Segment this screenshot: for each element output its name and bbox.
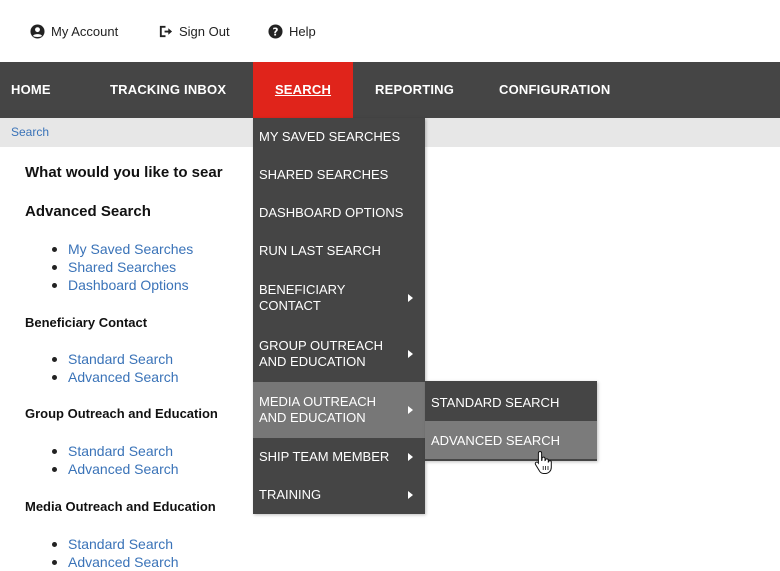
- menu-item-label: TRAINING: [259, 487, 322, 502]
- media-advanced-search-link[interactable]: Advanced Search: [52, 553, 179, 571]
- menu-item-label: BENEFICIARY CONTACT: [259, 282, 345, 314]
- my-saved-searches-link[interactable]: My Saved Searches: [52, 240, 193, 258]
- menu-item-dashboard-options[interactable]: DASHBOARD OPTIONS: [253, 194, 425, 232]
- sign-out-icon: [158, 24, 173, 39]
- nav-search[interactable]: SEARCH: [253, 62, 353, 118]
- chevron-right-icon: [408, 491, 413, 499]
- menu-item-label: MEDIA OUTREACH AND EDUCATION: [259, 394, 376, 426]
- chevron-right-icon: [408, 453, 413, 461]
- media-outreach-links: Standard Search Advanced Search: [52, 535, 179, 571]
- menu-item-label: GROUP OUTREACH AND EDUCATION: [259, 338, 383, 370]
- menu-item-label-line2: AND EDUCATION: [259, 354, 366, 369]
- help-link[interactable]: ? Help: [268, 24, 316, 39]
- group-advanced-search-link[interactable]: Advanced Search: [52, 460, 179, 478]
- my-account-label: My Account: [51, 24, 119, 39]
- search-dropdown-menu: MY SAVED SEARCHES SHARED SEARCHES DASHBO…: [253, 118, 425, 514]
- menu-item-shared-searches[interactable]: SHARED SEARCHES: [253, 156, 425, 194]
- advanced-search-links: My Saved Searches Shared Searches Dashbo…: [52, 240, 193, 294]
- beneficiary-advanced-search-link[interactable]: Advanced Search: [52, 368, 179, 386]
- page-question-heading: What would you like to sear: [25, 164, 223, 181]
- sign-out-label: Sign Out: [179, 24, 230, 39]
- nav-home[interactable]: HOME: [11, 62, 51, 118]
- menu-item-beneficiary-contact[interactable]: BENEFICIARY CONTACT: [253, 270, 425, 326]
- menu-item-label: MY SAVED SEARCHES: [259, 129, 401, 144]
- menu-item-label-line1: MEDIA OUTREACH: [259, 394, 377, 409]
- media-outreach-submenu: STANDARD SEARCH ADVANCED SEARCH: [425, 381, 597, 461]
- beneficiary-standard-search-link[interactable]: Standard Search: [52, 350, 179, 368]
- menu-item-label: SHIP TEAM MEMBER: [259, 449, 390, 464]
- menu-item-group-outreach[interactable]: GROUP OUTREACH AND EDUCATION: [253, 326, 425, 382]
- nav-reporting[interactable]: REPORTING: [375, 62, 454, 118]
- menu-item-media-outreach[interactable]: MEDIA OUTREACH AND EDUCATION: [253, 382, 425, 438]
- user-circle-icon: [30, 24, 45, 39]
- shared-searches-link[interactable]: Shared Searches: [52, 258, 193, 276]
- chevron-right-icon: [408, 294, 413, 302]
- help-label: Help: [289, 24, 316, 39]
- menu-item-label: DASHBOARD OPTIONS: [259, 205, 404, 220]
- menu-item-run-last-search[interactable]: RUN LAST SEARCH: [253, 232, 425, 270]
- nav-configuration[interactable]: CONFIGURATION: [499, 62, 610, 118]
- group-outreach-heading: Group Outreach and Education: [25, 406, 218, 421]
- nav-tracking-inbox[interactable]: TRACKING INBOX: [110, 62, 226, 118]
- submenu-advanced-search[interactable]: ADVANCED SEARCH: [425, 421, 597, 459]
- chevron-right-icon: [408, 406, 413, 414]
- menu-item-label-line2: CONTACT: [259, 298, 321, 313]
- menu-item-label-line2: AND EDUCATION: [259, 410, 366, 425]
- menu-item-training[interactable]: TRAINING: [253, 476, 425, 514]
- menu-item-ship-team-member[interactable]: SHIP TEAM MEMBER: [253, 438, 425, 476]
- menu-item-label-line1: GROUP OUTREACH: [259, 338, 383, 353]
- menu-item-label-line1: BENEFICIARY: [259, 282, 346, 297]
- menu-item-my-saved-searches[interactable]: MY SAVED SEARCHES: [253, 118, 425, 156]
- breadcrumb-search-link[interactable]: Search: [11, 125, 49, 139]
- my-account-link[interactable]: My Account: [30, 24, 118, 39]
- group-outreach-links: Standard Search Advanced Search: [52, 442, 179, 478]
- menu-item-label: RUN LAST SEARCH: [259, 243, 381, 258]
- sign-out-link[interactable]: Sign Out: [158, 24, 230, 39]
- beneficiary-contact-heading: Beneficiary Contact: [25, 315, 148, 330]
- beneficiary-contact-links: Standard Search Advanced Search: [52, 350, 179, 386]
- group-standard-search-link[interactable]: Standard Search: [52, 442, 179, 460]
- dashboard-options-link[interactable]: Dashboard Options: [52, 276, 193, 294]
- top-utility-bar: My Account Sign Out ? Help: [0, 0, 780, 62]
- menu-item-label: SHARED SEARCHES: [259, 167, 389, 182]
- media-standard-search-link[interactable]: Standard Search: [52, 535, 179, 553]
- media-outreach-heading: Media Outreach and Education: [25, 499, 216, 514]
- svg-text:?: ?: [273, 26, 279, 38]
- main-nav: HOME TRACKING INBOX SEARCH REPORTING CON…: [0, 62, 780, 118]
- chevron-right-icon: [408, 350, 413, 358]
- question-circle-icon: ?: [268, 24, 283, 39]
- hand-pointer-icon: [534, 450, 552, 474]
- advanced-search-heading: Advanced Search: [25, 203, 151, 220]
- submenu-standard-search[interactable]: STANDARD SEARCH: [425, 383, 597, 421]
